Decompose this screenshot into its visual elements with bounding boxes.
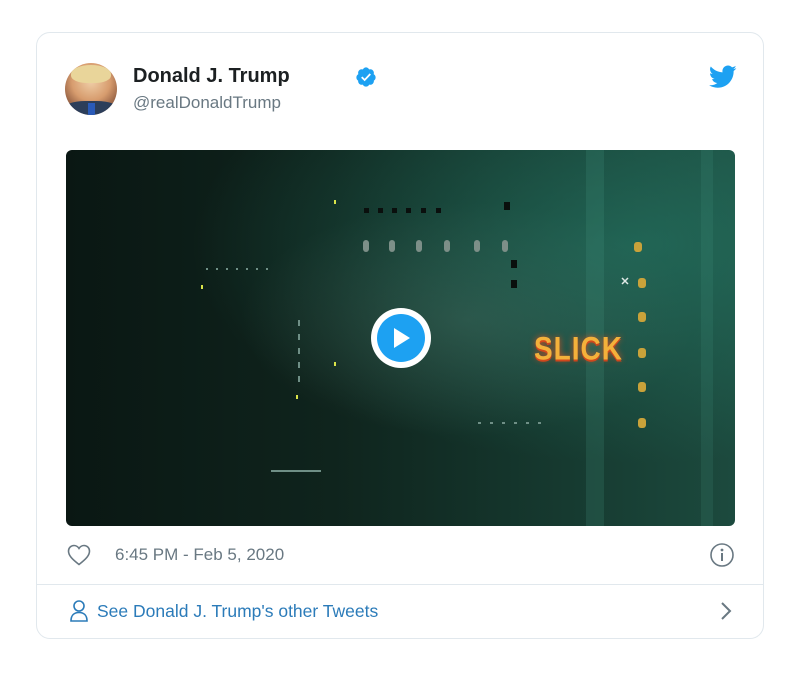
play-button[interactable] <box>371 308 431 368</box>
tweet-timestamp[interactable]: 6:45 PM - Feb 5, 2020 <box>115 545 284 565</box>
play-icon <box>394 328 410 348</box>
verified-badge-icon <box>356 67 376 87</box>
twitter-bird-icon[interactable] <box>709 65 737 89</box>
tweet-header: Donald J. Trump @realDonaldTrump <box>65 63 737 121</box>
tweet-meta: 6:45 PM - Feb 5, 2020 <box>67 540 735 570</box>
video-player[interactable]: SLICK <box>66 150 735 526</box>
heart-icon[interactable] <box>67 544 91 566</box>
other-tweets-link[interactable]: See Donald J. Trump's other Tweets <box>67 597 735 627</box>
other-tweets-label[interactable]: See Donald J. Trump's other Tweets <box>97 601 378 622</box>
chevron-right-icon[interactable] <box>719 601 733 621</box>
video-overlay-text: SLICK <box>534 330 623 367</box>
person-icon <box>70 600 88 622</box>
tweet-card: Donald J. Trump @realDonaldTrump SLICK 6… <box>36 32 764 639</box>
user-avatar[interactable] <box>65 63 117 115</box>
divider <box>37 584 763 585</box>
info-icon[interactable] <box>709 542 735 568</box>
author-name[interactable]: Donald J. Trump <box>133 65 290 88</box>
author-handle[interactable]: @realDonaldTrump <box>133 93 281 113</box>
